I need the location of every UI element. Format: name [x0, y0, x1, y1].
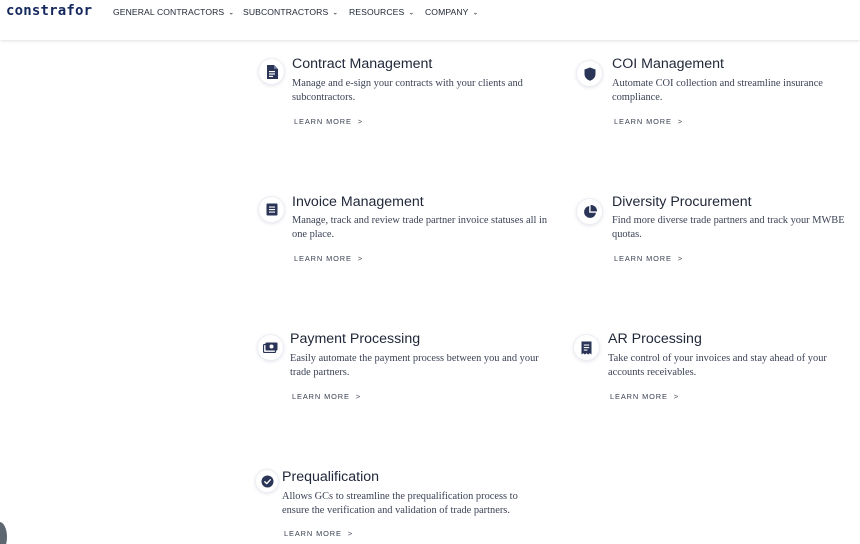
nav-label: SUBCONTRACTORS	[243, 7, 329, 17]
nav-general-contractors[interactable]: GENERAL CONTRACTORS ⌄	[113, 7, 234, 17]
feature-description: Automate COI collection and streamline i…	[612, 78, 823, 103]
feature-title: COI Management	[612, 56, 724, 72]
chevron-right-icon: >	[357, 254, 364, 263]
learn-more-link[interactable]: LEARN MORE >	[294, 117, 363, 126]
receipt-icon	[574, 335, 599, 360]
nav-label: COMPANY	[425, 7, 469, 17]
link-label: LEARN MORE	[292, 392, 350, 401]
feature-description: Manage, track and review trade partner i…	[292, 215, 548, 240]
link-label: LEARN MORE	[284, 529, 342, 538]
learn-more-link[interactable]: LEARN MORE >	[614, 117, 683, 126]
feature-title: Diversity Procurement	[612, 194, 752, 210]
feature-description: Allows GCs to streamline the prequalific…	[282, 491, 518, 516]
learn-more-link[interactable]: LEARN MORE >	[614, 254, 683, 263]
feature-title: AR Processing	[608, 331, 702, 347]
shield-icon	[577, 61, 602, 86]
learn-more-link[interactable]: LEARN MORE >	[610, 392, 679, 401]
feature-description: Find more diverse trade partners and tra…	[612, 215, 845, 240]
chevron-down-icon: ⌄	[472, 9, 479, 17]
nav-label: GENERAL CONTRACTORS	[113, 7, 225, 17]
chevron-down-icon: ⌄	[408, 9, 415, 17]
feature-description: Easily automate the payment process betw…	[290, 353, 539, 378]
invoice-icon	[259, 197, 284, 222]
money-icon	[258, 335, 283, 360]
nav-resources[interactable]: RESOURCES ⌄	[349, 7, 414, 17]
feature-description: Take control of your invoices and stay a…	[608, 353, 827, 378]
learn-more-link[interactable]: LEARN MORE >	[284, 529, 353, 538]
chevron-right-icon: >	[355, 392, 362, 401]
chat-widget-button[interactable]	[0, 522, 7, 544]
pie-chart-icon	[577, 199, 602, 224]
chevron-down-icon: ⌄	[228, 9, 235, 17]
chevron-right-icon: >	[347, 529, 354, 538]
nav-company[interactable]: COMPANY ⌄	[425, 7, 478, 17]
feature-title: Prequalification	[282, 469, 380, 485]
link-label: LEARN MORE	[610, 392, 668, 401]
link-label: LEARN MORE	[294, 254, 352, 263]
feature-description: Manage and e-sign your contracts with yo…	[292, 78, 523, 103]
learn-more-link[interactable]: LEARN MORE >	[292, 392, 361, 401]
chevron-right-icon: >	[357, 117, 364, 126]
nav-label: RESOURCES	[349, 7, 405, 17]
learn-more-link[interactable]: LEARN MORE >	[294, 254, 363, 263]
chevron-right-icon: >	[673, 392, 680, 401]
document-icon	[259, 59, 284, 84]
feature-title: Payment Processing	[290, 331, 421, 347]
feature-title: Invoice Management	[292, 194, 424, 210]
nav-subcontractors[interactable]: SUBCONTRACTORS ⌄	[243, 7, 338, 17]
site-header: constrafor GENERAL CONTRACTORS ⌄ SUBCONTR…	[0, 0, 860, 40]
logo[interactable]: constrafor	[6, 3, 92, 19]
chevron-right-icon: >	[677, 254, 684, 263]
feature-title: Contract Management	[292, 56, 433, 72]
check-badge-icon	[256, 470, 278, 492]
link-label: LEARN MORE	[614, 117, 672, 126]
chevron-down-icon: ⌄	[332, 9, 339, 17]
chevron-right-icon: >	[677, 117, 684, 126]
link-label: LEARN MORE	[614, 254, 672, 263]
link-label: LEARN MORE	[294, 117, 352, 126]
